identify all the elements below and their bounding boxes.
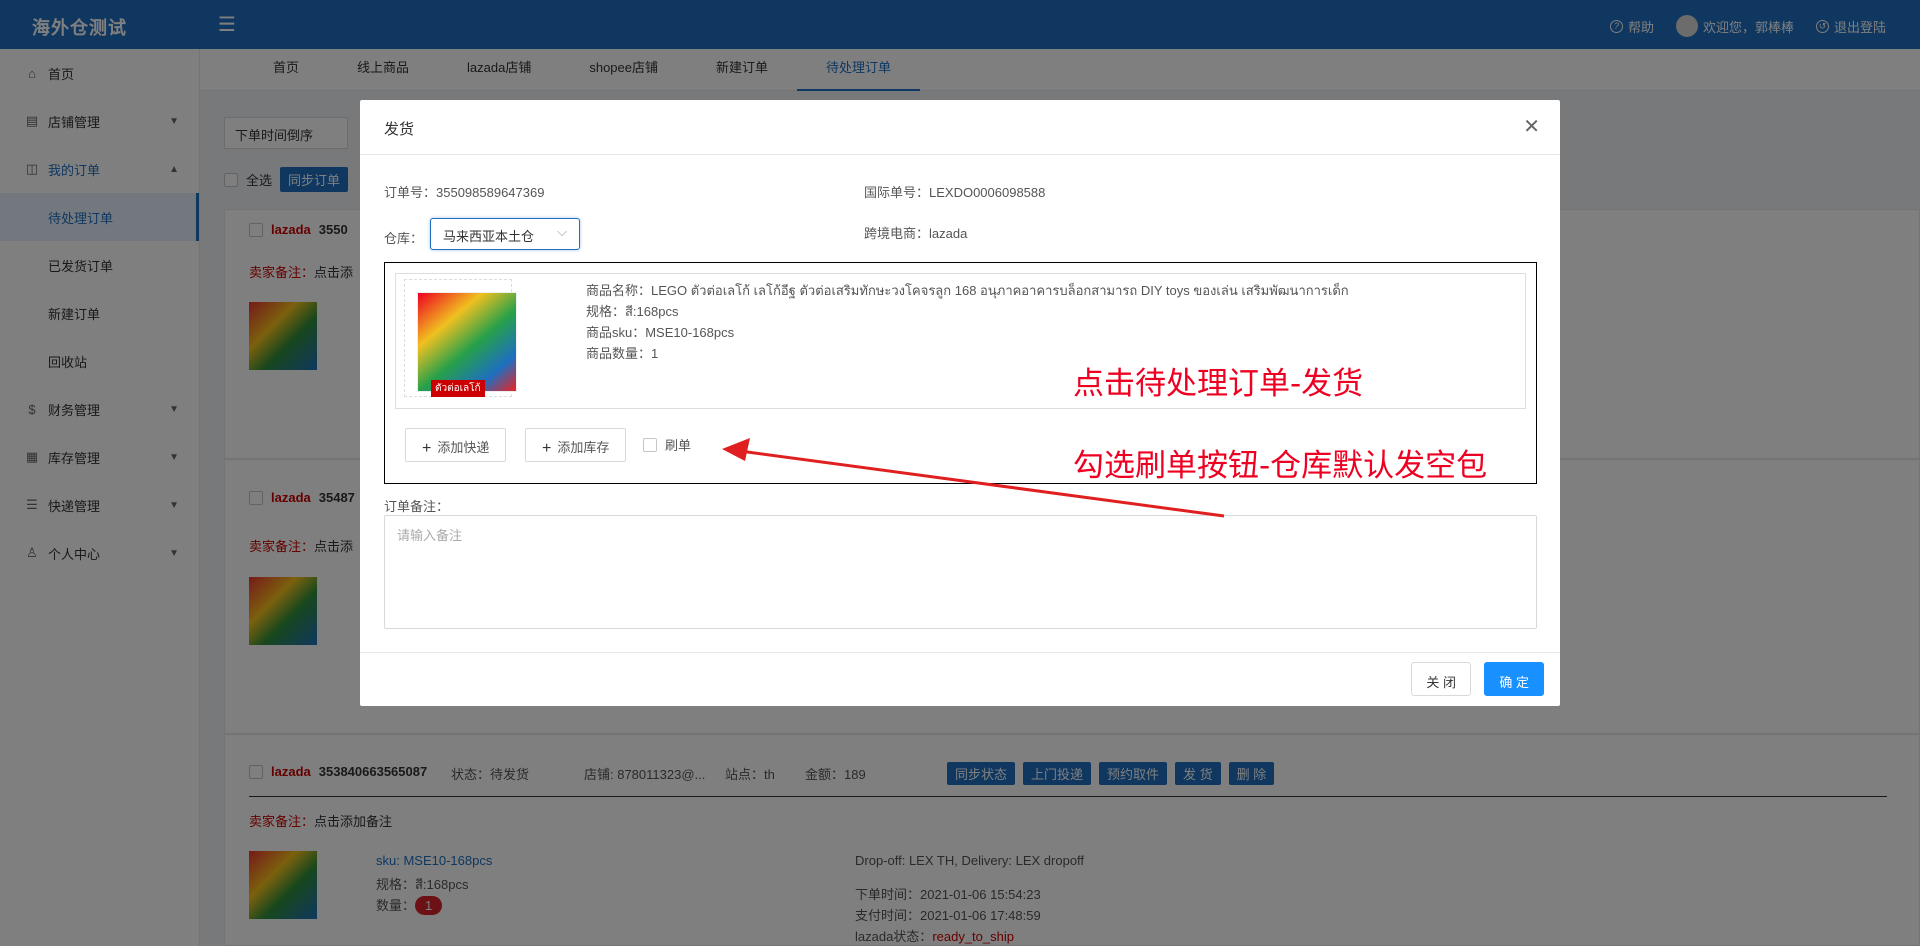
plus-icon: + bbox=[542, 440, 552, 457]
brush-order-label: 刷单 bbox=[665, 438, 692, 453]
dialog-header: 发货 ✕ bbox=[360, 100, 1560, 155]
dialog-title: 发货 bbox=[384, 121, 415, 138]
warehouse-select[interactable]: 马来西亚本土仓 ⌵ bbox=[430, 218, 580, 250]
dialog-footer: 关 闭 确 定 bbox=[360, 652, 1560, 706]
warehouse-value: 马来西亚本土仓 bbox=[443, 229, 535, 244]
product-image bbox=[417, 292, 517, 392]
order-remark-input[interactable]: 请输入备注 bbox=[384, 515, 1537, 629]
product-name: 商品名称：LEGO ตัวต่อเลโก้ เลโก้อีฐ ตัวต่อเสร… bbox=[586, 283, 1349, 298]
product-spec: 规格：สี:168pcs bbox=[586, 304, 679, 319]
product-info: 商品名称：LEGO ตัวต่อเลโก้ เลโก้อีฐ ตัวต่อเสร… bbox=[586, 280, 1349, 364]
confirm-button[interactable]: 确 定 bbox=[1484, 662, 1544, 696]
annotation-click-ship: 点击待处理订单-发货 bbox=[1073, 366, 1364, 402]
product-image-caption: ตัวต่อเลโก้ bbox=[431, 380, 485, 397]
add-express-button[interactable]: + 添加快递 bbox=[405, 428, 507, 462]
order-number: 订单号：355098589647369 bbox=[384, 185, 545, 200]
intl-number: 国际单号：LEXDO0006098588 bbox=[864, 185, 1046, 200]
order-remark-label: 订单备注： bbox=[384, 499, 450, 514]
add-stock-button[interactable]: + 添加库存 bbox=[525, 428, 627, 462]
brush-order-option[interactable]: 刷单 bbox=[643, 435, 691, 454]
ship-dialog: 发货 ✕ 订单号：355098589647369 国际单号：LEXDO00060… bbox=[360, 100, 1560, 706]
close-button[interactable]: 关 闭 bbox=[1411, 662, 1471, 696]
brush-order-checkbox[interactable] bbox=[643, 437, 657, 452]
product-sku: 商品sku：MSE10-168pcs bbox=[586, 325, 735, 340]
annotation-brush-order: 勾选刷单按钮-仓库默认发空包 bbox=[1073, 448, 1488, 484]
chevron-down-icon: ⌵ bbox=[557, 224, 567, 239]
plus-icon: + bbox=[422, 440, 432, 457]
product-image-frame: ตัวต่อเลโก้ bbox=[404, 279, 517, 397]
close-icon[interactable]: ✕ bbox=[1523, 114, 1540, 139]
warehouse-label: 仓库： bbox=[384, 231, 424, 246]
platform-info: 跨境电商：lazada bbox=[864, 226, 968, 241]
